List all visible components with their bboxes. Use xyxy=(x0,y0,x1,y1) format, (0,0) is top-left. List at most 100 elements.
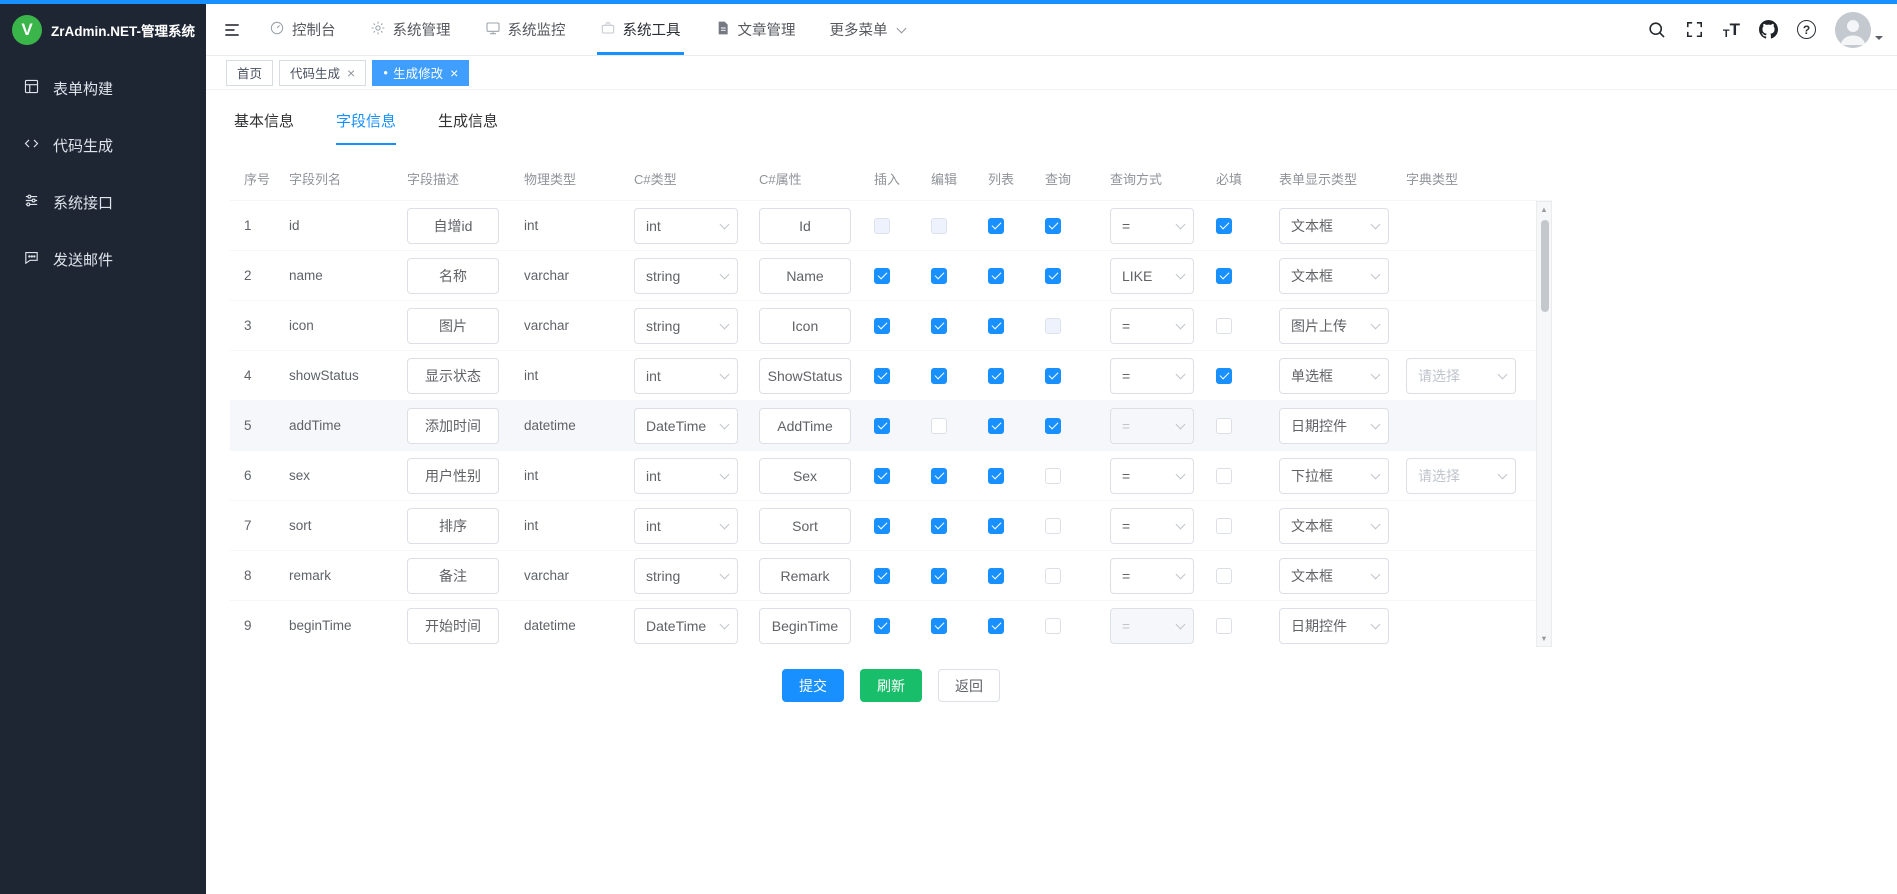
close-icon[interactable]: × xyxy=(450,66,458,80)
insert-checkbox[interactable] xyxy=(874,568,890,584)
select-field[interactable]: 下拉框 xyxy=(1279,458,1389,494)
query-checkbox[interactable] xyxy=(1045,268,1061,284)
description-input[interactable] xyxy=(407,508,499,544)
edit-checkbox[interactable] xyxy=(931,418,947,434)
back-button[interactable]: 返回 xyxy=(938,669,1000,702)
scroll-up-icon[interactable]: ▲ xyxy=(1540,205,1547,214)
required-checkbox[interactable] xyxy=(1216,268,1232,284)
select-field[interactable]: 单选框 xyxy=(1279,358,1389,394)
help-icon[interactable]: ? xyxy=(1797,20,1816,39)
select-field[interactable]: int xyxy=(634,508,738,544)
description-input[interactable] xyxy=(407,208,499,244)
scroll-down-icon[interactable]: ▼ xyxy=(1540,634,1547,643)
fullscreen-icon[interactable] xyxy=(1685,20,1704,39)
sidebar-item-system-api[interactable]: 系统接口 xyxy=(0,174,206,231)
insert-checkbox[interactable] xyxy=(874,518,890,534)
nav-item-more-menu[interactable]: 更多菜单 xyxy=(813,4,922,55)
select-field[interactable]: 文本框 xyxy=(1279,258,1389,294)
select-field[interactable]: 图片上传 xyxy=(1279,308,1389,344)
description-input[interactable] xyxy=(407,558,499,594)
select-field[interactable]: 请选择 xyxy=(1406,358,1516,394)
description-input[interactable] xyxy=(407,458,499,494)
required-checkbox[interactable] xyxy=(1216,218,1232,234)
select-field[interactable]: 日期控件 xyxy=(1279,608,1389,644)
query-checkbox[interactable] xyxy=(1045,468,1061,484)
select-field[interactable]: = xyxy=(1110,458,1194,494)
tag-gen-edit[interactable]: ● 生成修改 × xyxy=(372,60,469,86)
insert-checkbox[interactable] xyxy=(874,268,890,284)
required-checkbox[interactable] xyxy=(1216,568,1232,584)
select-field[interactable]: 文本框 xyxy=(1279,208,1389,244)
description-input[interactable] xyxy=(407,408,499,444)
tag-home[interactable]: 首页 xyxy=(226,60,273,86)
select-field[interactable]: 请选择 xyxy=(1406,458,1516,494)
required-checkbox[interactable] xyxy=(1216,468,1232,484)
list-checkbox[interactable] xyxy=(988,318,1004,334)
sidebar-item-code-gen[interactable]: 代码生成 xyxy=(0,117,206,174)
select-field[interactable]: string xyxy=(634,308,738,344)
insert-checkbox[interactable] xyxy=(874,618,890,634)
select-field[interactable]: = xyxy=(1110,558,1194,594)
cs_property-input[interactable] xyxy=(759,308,851,344)
edit-checkbox[interactable] xyxy=(931,568,947,584)
refresh-button[interactable]: 刷新 xyxy=(860,669,922,702)
insert-checkbox[interactable] xyxy=(874,368,890,384)
select-field[interactable]: 日期控件 xyxy=(1279,408,1389,444)
query-checkbox[interactable] xyxy=(1045,568,1061,584)
required-checkbox[interactable] xyxy=(1216,418,1232,434)
select-field[interactable]: int xyxy=(634,358,738,394)
insert-checkbox[interactable] xyxy=(874,468,890,484)
list-checkbox[interactable] xyxy=(988,368,1004,384)
font-size-icon[interactable]: TT xyxy=(1723,20,1740,40)
description-input[interactable] xyxy=(407,258,499,294)
search-icon[interactable] xyxy=(1647,20,1666,39)
query-checkbox[interactable] xyxy=(1045,218,1061,234)
cs_property-input[interactable] xyxy=(759,208,851,244)
tab-basic-info[interactable]: 基本信息 xyxy=(234,110,294,145)
required-checkbox[interactable] xyxy=(1216,318,1232,334)
cs_property-input[interactable] xyxy=(759,258,851,294)
required-checkbox[interactable] xyxy=(1216,618,1232,634)
nav-item-system-monitor[interactable]: 系统监控 xyxy=(468,4,583,55)
cs_property-input[interactable] xyxy=(759,508,851,544)
cs_property-input[interactable] xyxy=(759,458,851,494)
cs_property-input[interactable] xyxy=(759,608,851,644)
tab-field-info[interactable]: 字段信息 xyxy=(336,110,396,145)
select-field[interactable]: = xyxy=(1110,308,1194,344)
tag-code-gen[interactable]: 代码生成 × xyxy=(279,60,366,86)
nav-item-article-manage[interactable]: 文章管理 xyxy=(698,4,813,55)
list-checkbox[interactable] xyxy=(988,568,1004,584)
edit-checkbox[interactable] xyxy=(931,468,947,484)
select-field[interactable]: 文本框 xyxy=(1279,508,1389,544)
cs_property-input[interactable] xyxy=(759,408,851,444)
edit-checkbox[interactable] xyxy=(931,268,947,284)
query-checkbox[interactable] xyxy=(1045,368,1061,384)
github-icon[interactable] xyxy=(1759,20,1778,39)
scrollbar-thumb[interactable] xyxy=(1541,220,1549,312)
list-checkbox[interactable] xyxy=(988,468,1004,484)
select-field[interactable]: DateTime xyxy=(634,608,738,644)
description-input[interactable] xyxy=(407,358,499,394)
nav-item-console[interactable]: 控制台 xyxy=(252,4,353,55)
query-checkbox[interactable] xyxy=(1045,618,1061,634)
table-scrollbar[interactable]: ▲ ▼ xyxy=(1536,201,1552,647)
query-checkbox[interactable] xyxy=(1045,518,1061,534)
select-field[interactable]: = xyxy=(1110,208,1194,244)
tab-gen-info[interactable]: 生成信息 xyxy=(438,110,498,145)
edit-checkbox[interactable] xyxy=(931,618,947,634)
description-input[interactable] xyxy=(407,308,499,344)
user-menu[interactable] xyxy=(1835,12,1883,48)
nav-item-system-manage[interactable]: 系统管理 xyxy=(353,4,468,55)
close-icon[interactable]: × xyxy=(347,66,355,80)
list-checkbox[interactable] xyxy=(988,268,1004,284)
sidebar-item-form-build[interactable]: 表单构建 xyxy=(0,60,206,117)
select-field[interactable]: LIKE xyxy=(1110,258,1194,294)
edit-checkbox[interactable] xyxy=(931,518,947,534)
select-field[interactable]: = xyxy=(1110,358,1194,394)
hamburger-icon[interactable] xyxy=(222,20,242,40)
select-field[interactable]: int xyxy=(634,208,738,244)
cs_property-input[interactable] xyxy=(759,558,851,594)
query-checkbox[interactable] xyxy=(1045,418,1061,434)
select-field[interactable]: string xyxy=(634,558,738,594)
select-field[interactable]: DateTime xyxy=(634,408,738,444)
